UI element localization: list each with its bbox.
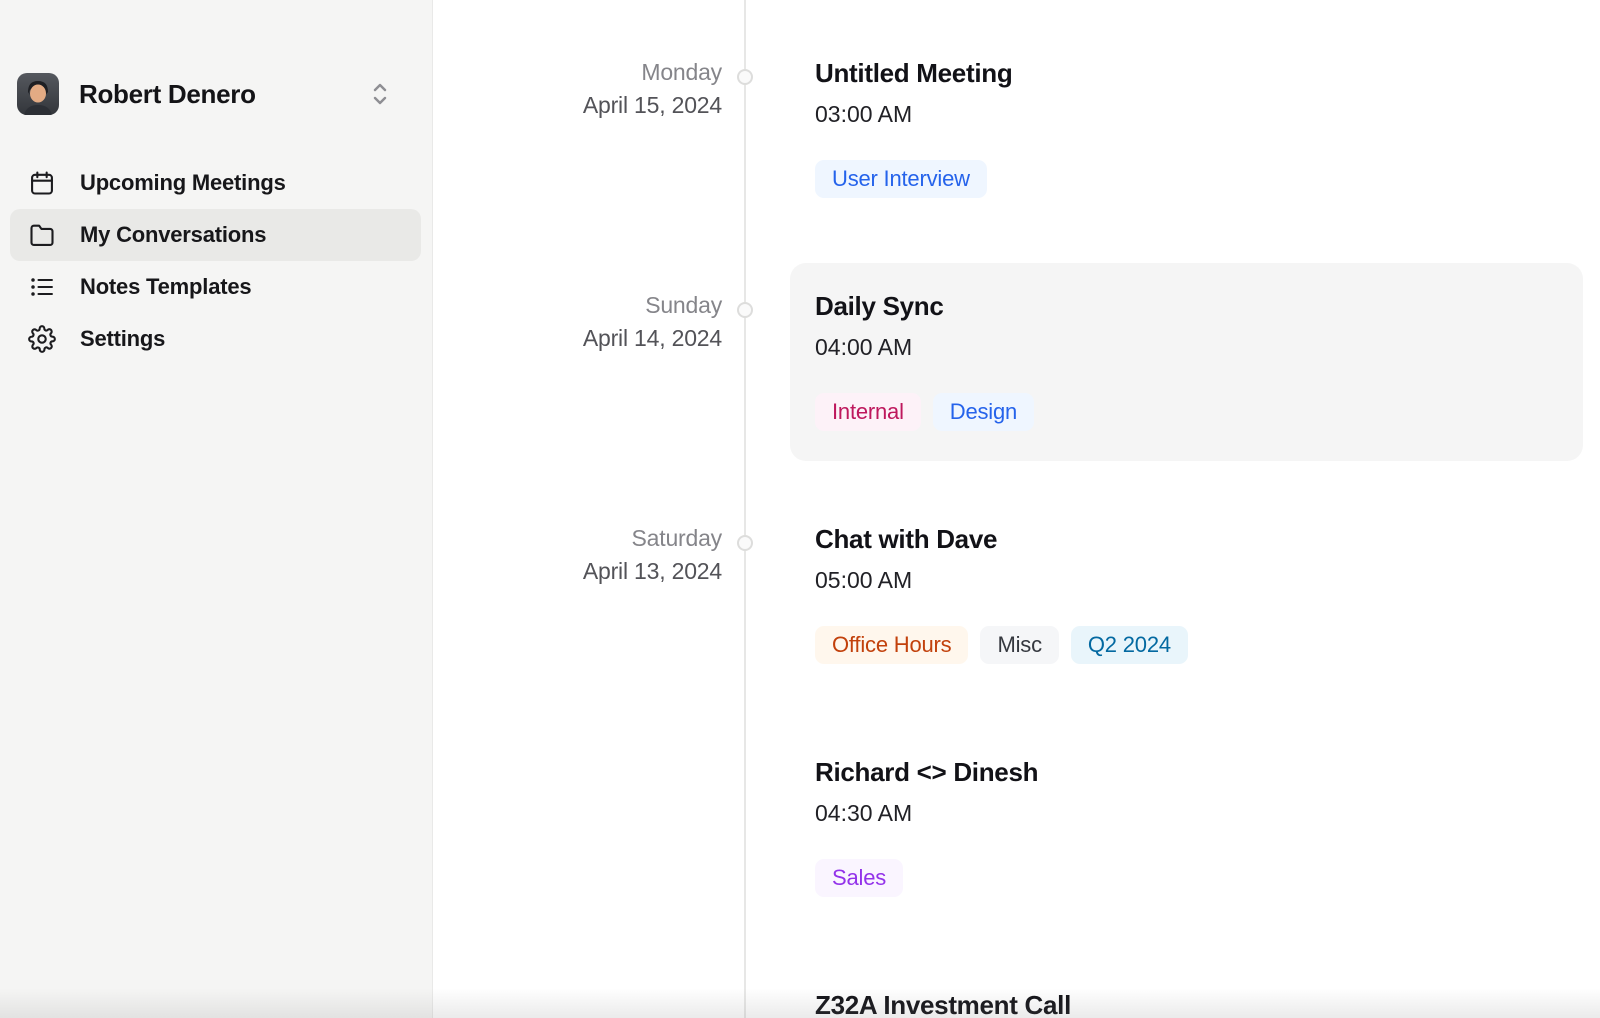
meeting-tags: Sales: [815, 859, 1557, 897]
tag-office-hours[interactable]: Office Hours: [815, 626, 968, 664]
day-groups: MondayApril 15, 2024 Untitled Meeting 03:0…: [433, 0, 1600, 1018]
sidebar-item-label: My Conversations: [80, 222, 266, 248]
user-name: Robert Denero: [79, 79, 368, 110]
day-label: Sunday: [433, 289, 722, 322]
timeline-dot: [737, 535, 753, 551]
date-block: MondayApril 15, 2024: [433, 56, 722, 122]
app-window: Robert Denero Upcoming Meetings My Conver…: [0, 0, 1600, 1018]
meeting-title: Untitled Meeting: [815, 56, 1557, 90]
folder-icon: [28, 221, 56, 249]
date-block: SundayApril 14, 2024: [433, 289, 722, 355]
meeting-card[interactable]: Chat with Dave 05:00 AM Office Hours Misc Q2…: [790, 496, 1583, 694]
tag-user-interview[interactable]: User Interview: [815, 160, 987, 198]
meeting-time: 05:00 AM: [815, 565, 1557, 595]
meeting-card[interactable]: Daily Sync 04:00 AM Internal Design: [790, 263, 1583, 461]
day-label: Monday: [433, 56, 722, 89]
meeting-tags: Internal Design: [815, 393, 1557, 431]
sidebar-item-settings[interactable]: Settings: [10, 313, 421, 365]
timeline-dot: [737, 69, 753, 85]
chevron-updown-icon: [368, 80, 392, 108]
sidebar-item-label: Settings: [80, 326, 165, 352]
sidebar-item-notes-templates[interactable]: Notes Templates: [10, 261, 421, 313]
calendar-icon: [28, 169, 56, 197]
date-block: SaturdayApril 13, 2024: [433, 522, 722, 588]
tag-internal[interactable]: Internal: [815, 393, 921, 431]
sidebar-item-upcoming-meetings[interactable]: Upcoming Meetings: [10, 157, 421, 209]
gear-icon: [28, 325, 56, 353]
meeting-title: Daily Sync: [815, 289, 1557, 323]
meeting-time: 03:00 AM: [815, 99, 1557, 129]
meeting-title: Richard <> Dinesh: [815, 755, 1557, 789]
tag-misc[interactable]: Misc: [980, 626, 1058, 664]
meeting-card[interactable]: Z32A Investment Call: [790, 962, 1583, 1018]
timeline-dot: [737, 302, 753, 318]
day-group: SaturdayApril 13, 2024 Chat with Dave 05:0…: [433, 496, 1600, 1018]
meeting-tags: Office Hours Misc Q2 2024: [815, 626, 1557, 664]
sidebar-item-label: Upcoming Meetings: [80, 170, 286, 196]
meeting-time: 04:00 AM: [815, 332, 1557, 362]
meeting-card[interactable]: Richard <> Dinesh 04:30 AM Sales: [790, 729, 1583, 927]
sidebar-item-label: Notes Templates: [80, 274, 251, 300]
tag-q2-2024[interactable]: Q2 2024: [1071, 626, 1188, 664]
meeting-card[interactable]: Untitled Meeting 03:00 AM User Interview: [790, 30, 1583, 228]
user-profile[interactable]: Robert Denero: [17, 73, 406, 115]
meeting-title: Chat with Dave: [815, 522, 1557, 556]
date-label: April 15, 2024: [433, 89, 722, 122]
meeting-tags: User Interview: [815, 160, 1557, 198]
conversations-timeline: MondayApril 15, 2024 Untitled Meeting 03:0…: [433, 0, 1600, 1018]
meeting-time: 04:30 AM: [815, 798, 1557, 828]
sidebar: Robert Denero Upcoming Meetings My Conver…: [0, 0, 433, 1018]
day-group: MondayApril 15, 2024 Untitled Meeting 03:0…: [433, 30, 1600, 228]
avatar: [17, 73, 59, 115]
date-label: April 14, 2024: [433, 322, 722, 355]
list-icon: [28, 273, 56, 301]
sidebar-item-my-conversations[interactable]: My Conversations: [10, 209, 421, 261]
day-label: Saturday: [433, 522, 722, 555]
tag-design[interactable]: Design: [933, 393, 1034, 431]
sidebar-nav: Upcoming Meetings My Conversations Notes T…: [10, 157, 421, 365]
tag-sales[interactable]: Sales: [815, 859, 903, 897]
day-group: SundayApril 14, 2024 Daily Sync 04:00 AM In…: [433, 263, 1600, 461]
date-label: April 13, 2024: [433, 555, 722, 588]
meeting-title: Z32A Investment Call: [815, 988, 1557, 1018]
